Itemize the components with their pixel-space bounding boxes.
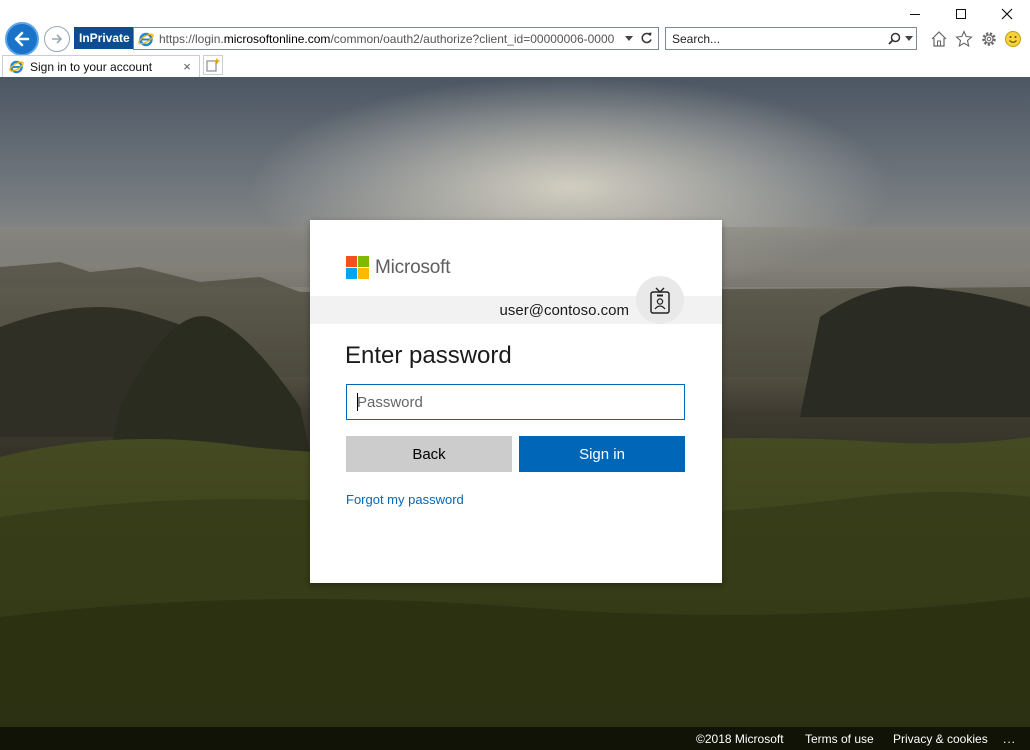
address-bar[interactable]: https://login.microsoftonline.com/common… <box>133 27 659 50</box>
privacy-cookies-link[interactable]: Privacy & cookies <box>893 732 988 746</box>
ie-icon <box>7 58 25 76</box>
browser-chrome: InPrivate https://login.microsoftonline.… <box>0 0 1030 77</box>
password-field[interactable] <box>346 384 685 420</box>
back-button[interactable]: Back <box>346 436 512 472</box>
url-suffix: /common/oauth2/authorize?client_id=00000… <box>330 31 615 46</box>
badge-icon <box>636 276 684 324</box>
address-dropdown-button[interactable] <box>621 36 637 41</box>
tab-close-button[interactable]: × <box>179 59 195 74</box>
minimize-button[interactable] <box>892 0 938 28</box>
chevron-down-icon <box>625 36 633 41</box>
home-icon[interactable] <box>928 28 950 50</box>
tab-sign-in[interactable]: Sign in to your account × <box>2 55 200 77</box>
page-background: Microsoft user@contoso.com Enter passwor… <box>0 77 1030 750</box>
ie-icon <box>137 30 155 48</box>
refresh-button[interactable] <box>637 32 655 45</box>
copyright-text: ©2018 Microsoft <box>696 732 784 746</box>
terms-of-use-link[interactable]: Terms of use <box>805 732 874 746</box>
search-input[interactable]: Search... <box>672 32 886 46</box>
sign-in-button[interactable]: Sign in <box>519 436 685 472</box>
close-window-button[interactable] <box>984 0 1030 28</box>
footer: ©2018 Microsoft Terms of use Privacy & c… <box>0 727 1030 750</box>
star-icon[interactable] <box>953 28 975 50</box>
url-text[interactable]: https://login.microsoftonline.com/common… <box>159 32 621 46</box>
text-caret <box>357 393 358 411</box>
new-tab-icon <box>206 58 220 72</box>
search-box[interactable]: Search... <box>665 27 917 50</box>
chevron-down-icon <box>905 36 913 41</box>
forward-nav-button[interactable] <box>44 26 70 52</box>
smiley-icon[interactable] <box>1002 28 1024 50</box>
url-prefix: https://login. <box>159 31 224 46</box>
page-title: Enter password <box>345 342 512 369</box>
minimize-icon <box>910 13 920 15</box>
microsoft-wordmark: Microsoft <box>375 256 451 278</box>
search-icon[interactable] <box>886 32 902 45</box>
url-domain: microsoftonline.com <box>223 31 331 46</box>
more-options-icon[interactable]: ... <box>1003 732 1016 746</box>
identity-email: user@contoso.com <box>499 302 629 319</box>
microsoft-logo: Microsoft <box>346 256 450 279</box>
gear-icon[interactable] <box>978 28 1000 50</box>
back-arrow-icon <box>14 31 30 47</box>
search-dropdown-button[interactable] <box>902 36 916 41</box>
forgot-password-link[interactable]: Forgot my password <box>346 492 464 507</box>
new-tab-button[interactable] <box>203 55 223 75</box>
maximize-icon <box>956 9 966 19</box>
forward-arrow-icon <box>52 34 63 44</box>
close-icon <box>1001 8 1013 20</box>
maximize-button[interactable] <box>938 0 984 28</box>
tab-title: Sign in to your account <box>30 59 153 74</box>
inprivate-badge[interactable]: InPrivate <box>74 27 135 49</box>
sign-in-card: Microsoft user@contoso.com Enter passwor… <box>310 220 722 583</box>
microsoft-logo-icon <box>346 256 369 279</box>
back-nav-button[interactable] <box>5 22 39 56</box>
refresh-icon <box>641 32 652 44</box>
